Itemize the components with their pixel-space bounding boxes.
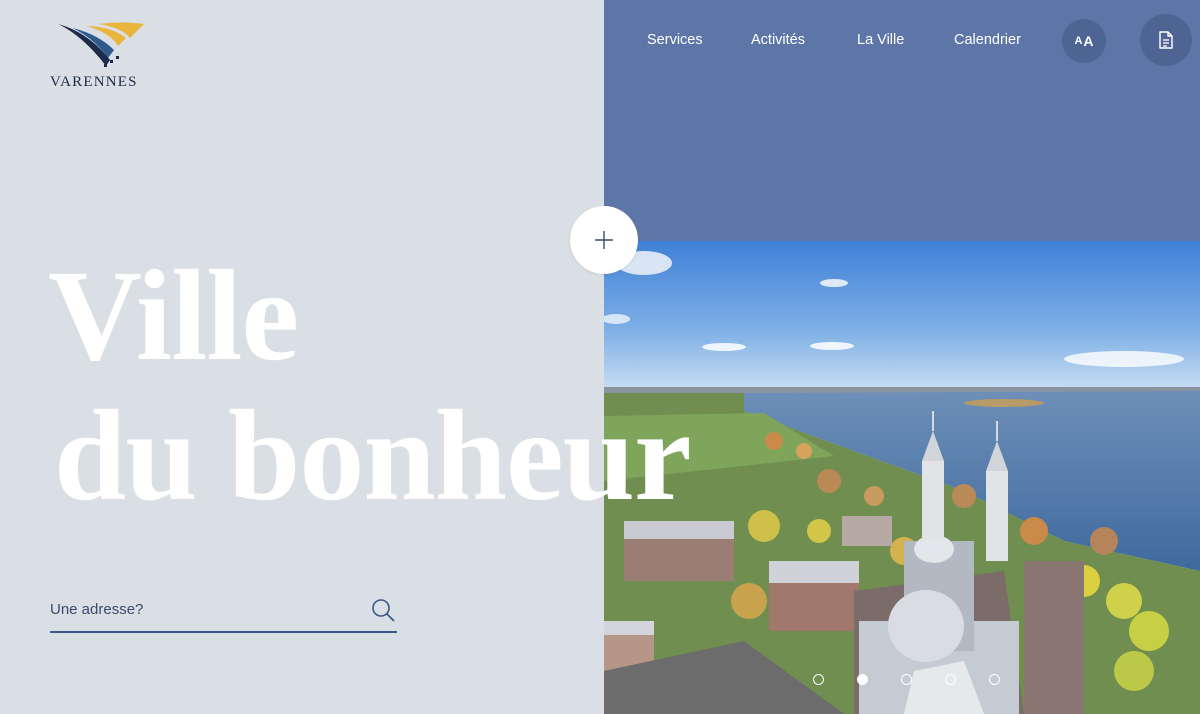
hero-photo bbox=[604, 241, 1200, 714]
address-search-input[interactable] bbox=[50, 590, 350, 628]
font-size-large-label: A bbox=[1083, 33, 1094, 49]
varennes-wing-logo-icon bbox=[58, 22, 144, 67]
expand-plus-button[interactable] bbox=[570, 206, 638, 274]
plus-icon bbox=[595, 231, 613, 249]
carousel-dot-1[interactable] bbox=[813, 674, 824, 685]
carousel-dot-2[interactable] bbox=[857, 674, 868, 685]
address-search bbox=[50, 590, 397, 633]
nav-link-la-ville[interactable]: La Ville bbox=[857, 32, 904, 48]
hero-title-line-2: du bonheur bbox=[54, 384, 692, 528]
font-size-small-label: A bbox=[1074, 35, 1083, 47]
search-icon[interactable] bbox=[371, 598, 395, 622]
document-button[interactable] bbox=[1140, 14, 1192, 66]
nav-link-services[interactable]: Services bbox=[647, 32, 703, 48]
carousel-dot-5[interactable] bbox=[989, 674, 1000, 685]
carousel-dot-4[interactable] bbox=[945, 674, 956, 685]
varennes-logo[interactable]: VARENNES bbox=[50, 20, 152, 92]
nav-link-activites[interactable]: Activités bbox=[751, 32, 805, 48]
carousel-dot-3[interactable] bbox=[901, 674, 912, 685]
main-nav: Services Activités La Ville Calendrier A… bbox=[604, 0, 1200, 82]
brand-name: VARENNES bbox=[50, 74, 138, 90]
nav-link-calendrier[interactable]: Calendrier bbox=[954, 32, 1021, 48]
hero-title: Ville du bonheur bbox=[48, 246, 692, 528]
font-size-button[interactable]: A A bbox=[1062, 19, 1106, 63]
document-icon bbox=[1159, 31, 1173, 49]
